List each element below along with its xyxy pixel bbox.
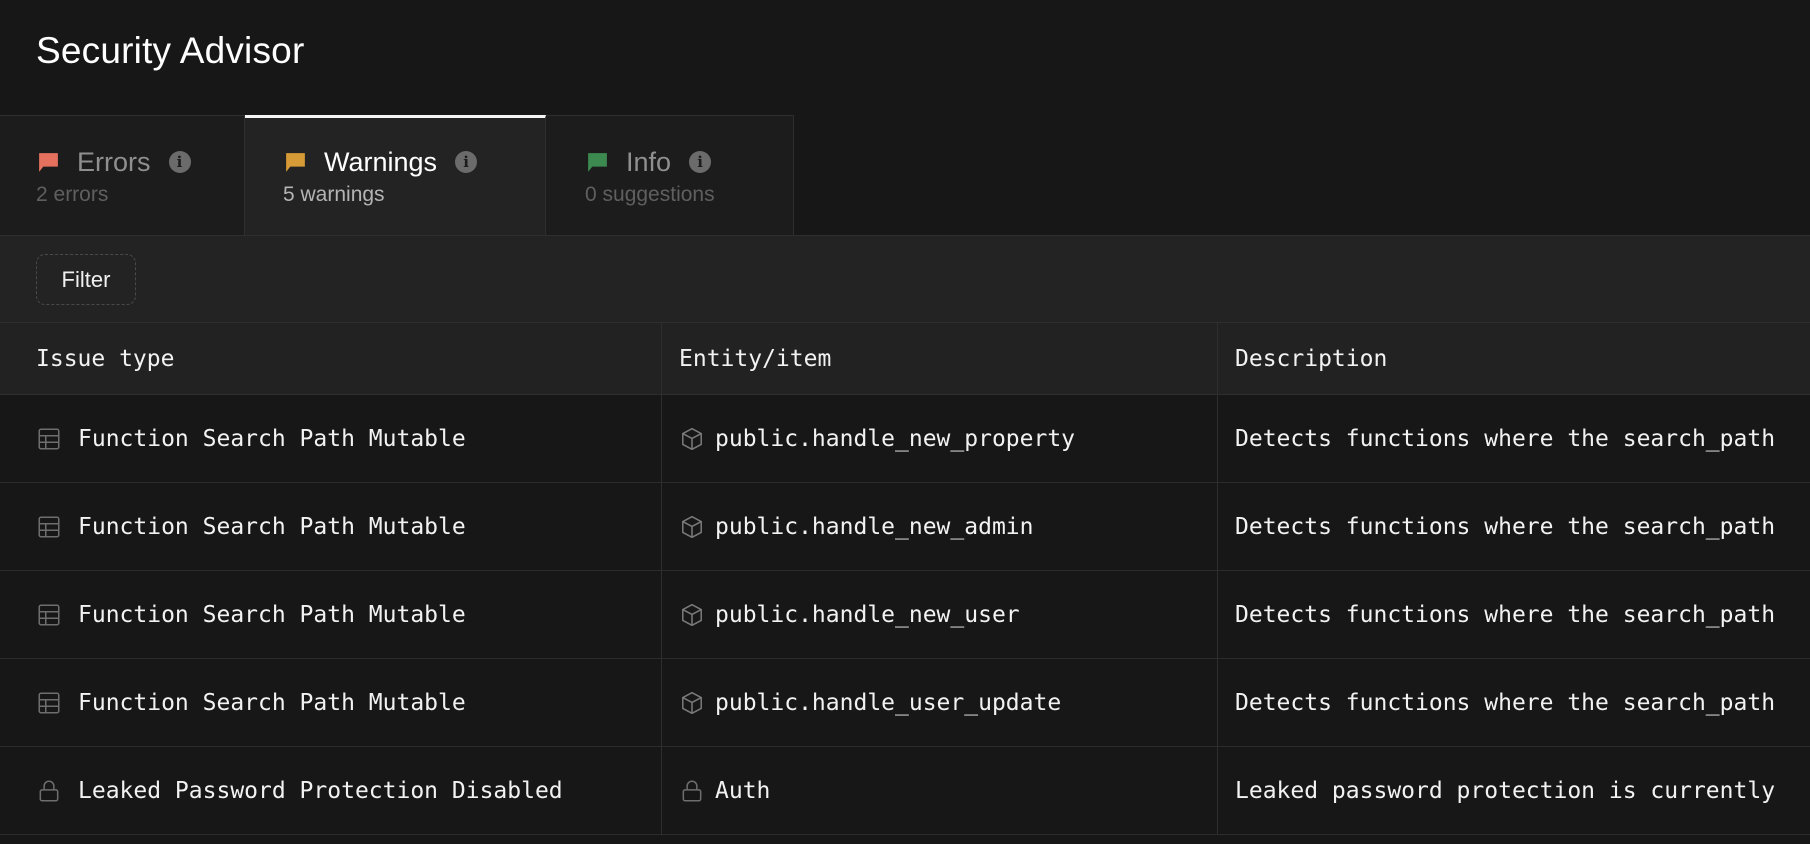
- tab-info[interactable]: Info i 0 suggestions: [546, 115, 794, 235]
- description-text: Detects functions where the search_path: [1235, 601, 1776, 628]
- cube-icon: [679, 690, 705, 716]
- lock-icon: [679, 778, 705, 804]
- tab-info-label: Info: [626, 146, 672, 177]
- entity-text: public.handle_user_update: [715, 689, 1062, 716]
- table-icon: [36, 602, 62, 628]
- entity-cell: Auth: [662, 747, 1218, 834]
- column-header-issue-type[interactable]: Issue type: [0, 323, 662, 394]
- errors-flag-icon: [39, 152, 58, 172]
- tab-errors-label: Errors: [77, 146, 151, 177]
- entity-text: public.handle_new_admin: [715, 513, 1034, 540]
- table-row[interactable]: Function Search Path Mutable public.handl…: [0, 659, 1810, 747]
- issue-type-cell: Leaked Password Protection Disabled: [0, 747, 662, 834]
- entity-cell: public.handle_new_user: [662, 571, 1218, 658]
- description-cell: Detects functions where the search_path: [1218, 571, 1810, 658]
- issue-type-cell: Function Search Path Mutable: [0, 659, 662, 746]
- info-icon[interactable]: i: [689, 151, 712, 173]
- tab-warnings-count: 5 warnings: [283, 183, 385, 206]
- description-cell: Leaked password protection is currently: [1218, 747, 1810, 834]
- description-cell: Detects functions where the search_path: [1218, 659, 1810, 746]
- table-icon: [36, 690, 62, 716]
- column-header-description[interactable]: Description: [1218, 323, 1810, 394]
- info-icon[interactable]: i: [455, 151, 478, 173]
- table-row[interactable]: Function Search Path Mutable public.handl…: [0, 571, 1810, 659]
- filter-toolbar: Filter: [0, 235, 1810, 323]
- tab-warnings[interactable]: Warnings i 5 warnings: [245, 115, 546, 235]
- entity-cell: public.handle_user_update: [662, 659, 1218, 746]
- entity-cell: public.handle_new_admin: [662, 483, 1218, 570]
- filter-button[interactable]: Filter: [36, 254, 136, 305]
- cube-icon: [679, 426, 705, 452]
- entity-text: public.handle_new_user: [715, 601, 1020, 628]
- info-icon[interactable]: i: [168, 151, 191, 173]
- cube-icon: [679, 514, 705, 540]
- warnings-flag-icon: [286, 152, 305, 172]
- page-header: Security Advisor: [0, 0, 1810, 115]
- table-body: Function Search Path Mutable public.handl…: [0, 395, 1810, 835]
- info-flag-icon: [588, 152, 607, 172]
- table-row[interactable]: Leaked Password Protection Disabled Auth L…: [0, 747, 1810, 835]
- tab-warnings-label: Warnings: [324, 146, 438, 177]
- issue-type-cell: Function Search Path Mutable: [0, 483, 662, 570]
- entity-text: public.handle_new_property: [715, 425, 1076, 452]
- description-text: Leaked password protection is currently: [1235, 777, 1776, 804]
- issue-type-cell: Function Search Path Mutable: [0, 395, 662, 482]
- description-cell: Detects functions where the search_path: [1218, 395, 1810, 482]
- issue-type-text: Function Search Path Mutable: [78, 601, 466, 628]
- table-icon: [36, 426, 62, 452]
- table-row[interactable]: Function Search Path Mutable public.handl…: [0, 395, 1810, 483]
- table-header: Issue type Entity/item Description: [0, 323, 1810, 395]
- description-text: Detects functions where the search_path: [1235, 513, 1776, 540]
- severity-tabs: Errors i 2 errors Warnings i 5 warnings …: [0, 115, 794, 235]
- cube-icon: [679, 602, 705, 628]
- description-cell: Detects functions where the search_path: [1218, 483, 1810, 570]
- issues-table: Issue type Entity/item Description Funct…: [0, 323, 1810, 835]
- table-row[interactable]: Function Search Path Mutable public.handl…: [0, 483, 1810, 571]
- issue-type-text: Leaked Password Protection Disabled: [78, 777, 563, 804]
- entity-cell: public.handle_new_property: [662, 395, 1218, 482]
- issue-type-text: Function Search Path Mutable: [78, 513, 466, 540]
- tab-errors[interactable]: Errors i 2 errors: [0, 115, 245, 235]
- issue-type-text: Function Search Path Mutable: [78, 689, 466, 716]
- table-icon: [36, 514, 62, 540]
- tab-errors-count: 2 errors: [36, 183, 109, 206]
- lock-icon: [36, 778, 62, 804]
- description-text: Detects functions where the search_path: [1235, 425, 1776, 452]
- column-header-entity[interactable]: Entity/item: [662, 323, 1218, 394]
- description-text: Detects functions where the search_path: [1235, 689, 1776, 716]
- issue-type-cell: Function Search Path Mutable: [0, 571, 662, 658]
- issue-type-text: Function Search Path Mutable: [78, 425, 466, 452]
- page-title: Security Advisor: [36, 30, 305, 71]
- tab-info-count: 0 suggestions: [585, 183, 715, 206]
- entity-text: Auth: [715, 777, 771, 804]
